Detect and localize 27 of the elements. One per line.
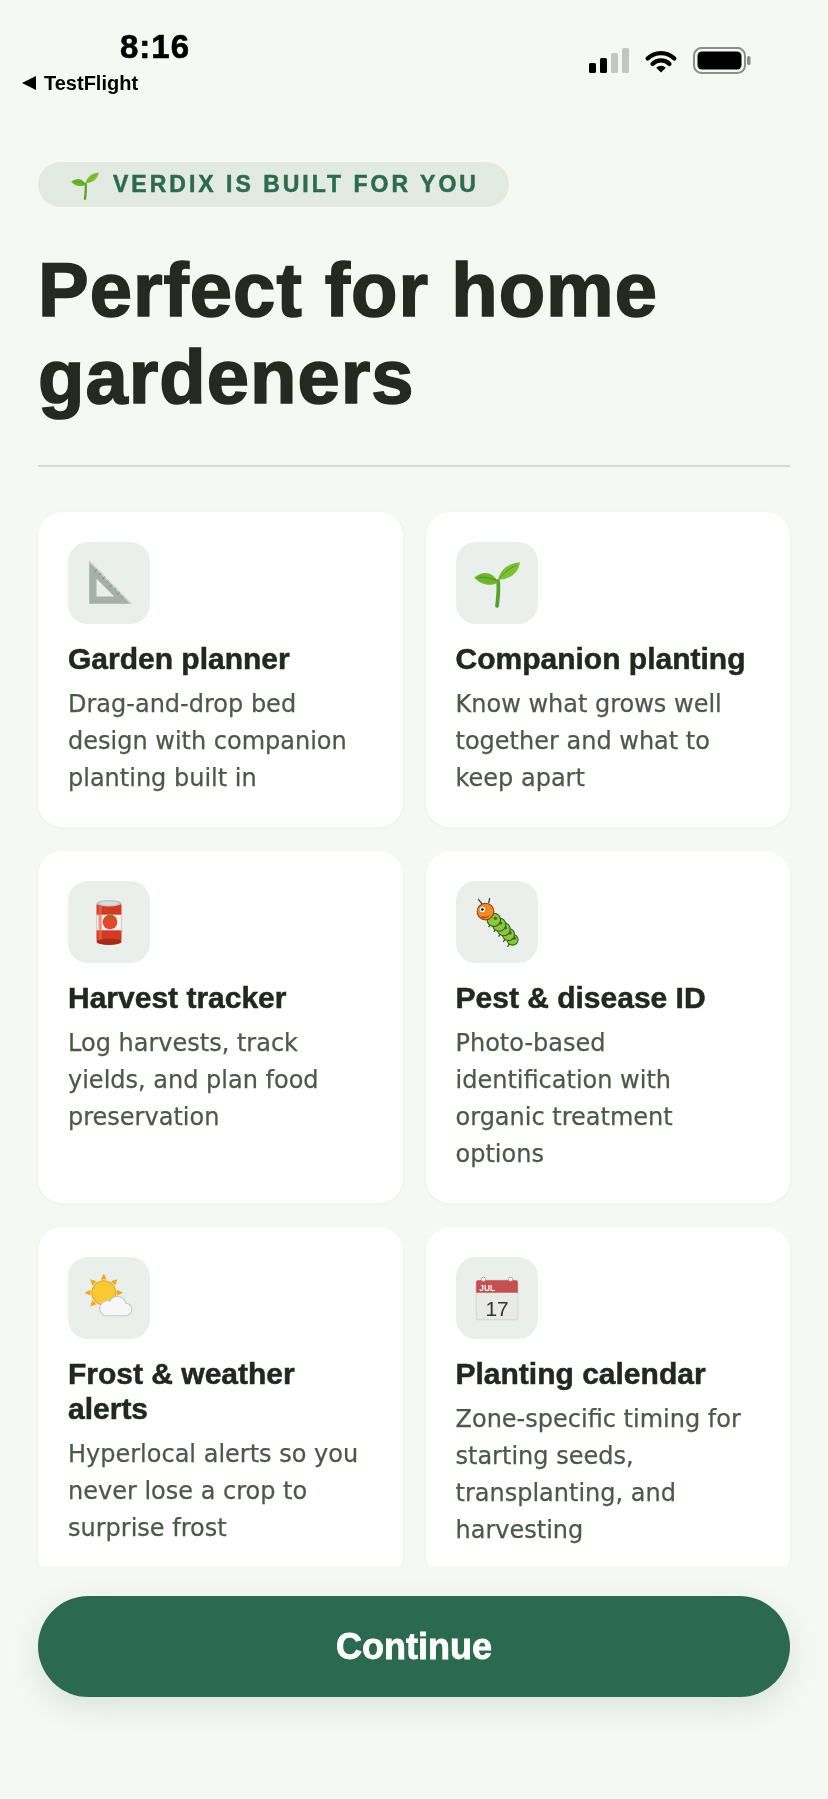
feature-title: Pest & disease ID <box>455 979 707 1015</box>
feature-title: Frost & weather alerts <box>68 1355 296 1426</box>
sun-behind-cloud-icon <box>68 1256 150 1339</box>
feature-description: Zone-specific timing for starting seeds, transplanting, and harvesting <box>455 1403 742 1546</box>
left-triangle-icon <box>22 76 36 90</box>
feature-description: Drag-and-drop bed design with companion planting built in <box>68 688 348 794</box>
caterpillar-icon <box>455 880 538 963</box>
continue-button[interactable]: Continue <box>38 1596 790 1697</box>
feature-description: Know what grows well together and what to keep apart <box>455 688 723 794</box>
tin-can-icon <box>68 880 150 963</box>
feature-title: Garden planner <box>68 640 291 676</box>
feature-title: Planting calendar <box>455 1355 707 1391</box>
set-square-icon <box>68 541 150 624</box>
seedling-icon <box>455 541 538 624</box>
status-time: 8:16 <box>120 28 191 66</box>
battery-icon <box>693 47 751 74</box>
back-link[interactable]: TestFlight <box>22 70 139 96</box>
calendar-icon: JUL 17 <box>455 1256 538 1339</box>
feature-title: Companion planting <box>455 640 747 676</box>
wifi-icon <box>643 48 679 73</box>
page-heading: Perfect for home gardeners <box>38 246 659 420</box>
feature-description: Log harvests, track yields, and plan food preservation <box>68 1027 320 1133</box>
feature-description: Photo-based identification with organic treatment options <box>455 1027 674 1170</box>
feature-title: Harvest tracker <box>68 979 288 1015</box>
tagline-label: VERDIX IS BUILT FOR YOU <box>113 173 479 196</box>
signal-icon <box>589 48 629 73</box>
feature-description: Hyperlocal alerts so you never lose a crop to surprise frost <box>68 1438 360 1544</box>
